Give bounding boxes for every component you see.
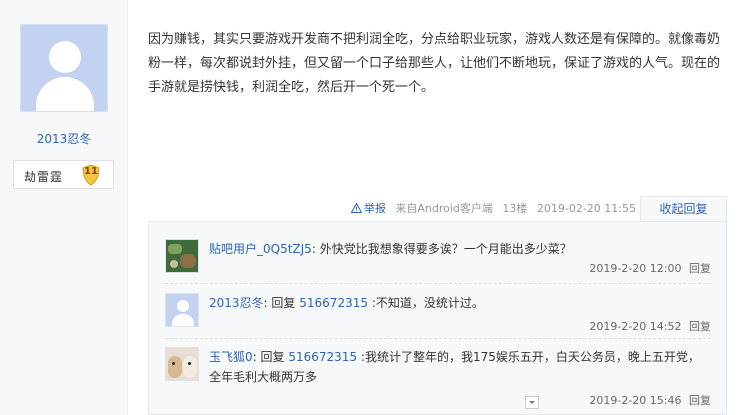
reply-content: :不知道，没统计过。 [371, 296, 484, 310]
reply-button[interactable]: 回复 [689, 262, 711, 275]
reply-text: 玉飞狐0: 回复 516672315 :我统计了整年的，我175娱乐五开，白天公… [209, 350, 700, 384]
badge-title: 劫雷霆 [24, 170, 64, 184]
reply-item: 玉飞狐0: 回复 516672315 :我统计了整年的，我175娱乐五开，白天公… [165, 347, 711, 413]
reply-divider [165, 338, 711, 339]
level-number: 11 [84, 166, 98, 177]
reply-meta: 2019-2-20 14:52 回复 [589, 318, 711, 334]
reply-text: 2013忍冬: 回复 516672315 :不知道，没统计过。 [209, 296, 484, 310]
reply-text: 贴吧用户_0Q5tZJ5: 外快党比我想象得要多诶？一个月能出多少菜？ [209, 242, 572, 256]
reply-time: 2019-2-20 15:46 [589, 394, 682, 407]
expand-reply-button[interactable] [525, 396, 539, 409]
reply-item: 2013忍冬: 回复 516672315 :不知道，没统计过。 2019-2-2… [165, 293, 711, 343]
reply-item: 贴吧用户_0Q5tZJ5: 外快党比我想象得要多诶？一个月能出多少菜？ 2019… [165, 239, 711, 289]
warning-icon [350, 203, 362, 213]
reply-divider [165, 283, 711, 284]
reply-box: 贴吧用户_0Q5tZJ5: 外快党比我想象得要多诶？一个月能出多少菜？ 2019… [148, 221, 727, 415]
reply-content: 外快党比我想象得要多诶？一个月能出多少菜？ [319, 242, 572, 256]
reply-username[interactable]: 玉飞狐0 [209, 350, 253, 364]
floor-number: 13楼 [502, 202, 528, 215]
reply-prefix: 回复 [271, 296, 296, 310]
reply-meta: 2019-2-20 15:46 回复 [589, 392, 711, 408]
client-source: 来自Android客户端 [395, 202, 493, 215]
reply-button[interactable]: 回复 [689, 394, 711, 407]
reply-time: 2019-2-20 12:00 [589, 262, 682, 275]
reply-avatar[interactable] [165, 347, 199, 381]
post-time: 2019-02-20 11:55 [536, 202, 636, 215]
reply-target-user[interactable]: 516672315 [299, 296, 368, 310]
reply-target-user[interactable]: 516672315 [288, 350, 357, 364]
reply-prefix: 回复 [260, 350, 285, 364]
post-meta: 举报 来自Android客户端 13楼 2019-02-20 11:55 [148, 197, 636, 221]
reply-username[interactable]: 贴吧用户_0Q5tZJ5 [209, 242, 312, 256]
post-content: 因为赚钱，其实只要游戏开发商不把利润全吃，分点给职业玩家，游戏人数还是有保障的。… [148, 32, 721, 95]
reply-time: 2019-2-20 14:52 [589, 320, 682, 333]
reply-button[interactable]: 回复 [689, 320, 711, 333]
author-name[interactable]: 2013忍冬 [0, 130, 128, 147]
reply-avatar[interactable] [165, 239, 199, 273]
default-avatar-icon [177, 300, 189, 312]
author-badge[interactable]: 劫雷霆 11 [13, 160, 114, 189]
default-avatar-icon [49, 41, 81, 73]
report-link[interactable]: 举报 [350, 202, 390, 215]
reply-username[interactable]: 2013忍冬 [209, 296, 264, 310]
reply-meta: 2019-2-20 12:00 回复 [589, 260, 711, 276]
author-avatar[interactable] [20, 24, 108, 112]
chevron-down-icon [529, 401, 535, 404]
author-sidebar: 2013忍冬 劫雷霆 11 [0, 0, 128, 415]
reply-avatar[interactable] [165, 293, 199, 327]
report-label: 举报 [363, 202, 386, 215]
collapse-replies-button[interactable]: 收起回复 [640, 196, 727, 222]
